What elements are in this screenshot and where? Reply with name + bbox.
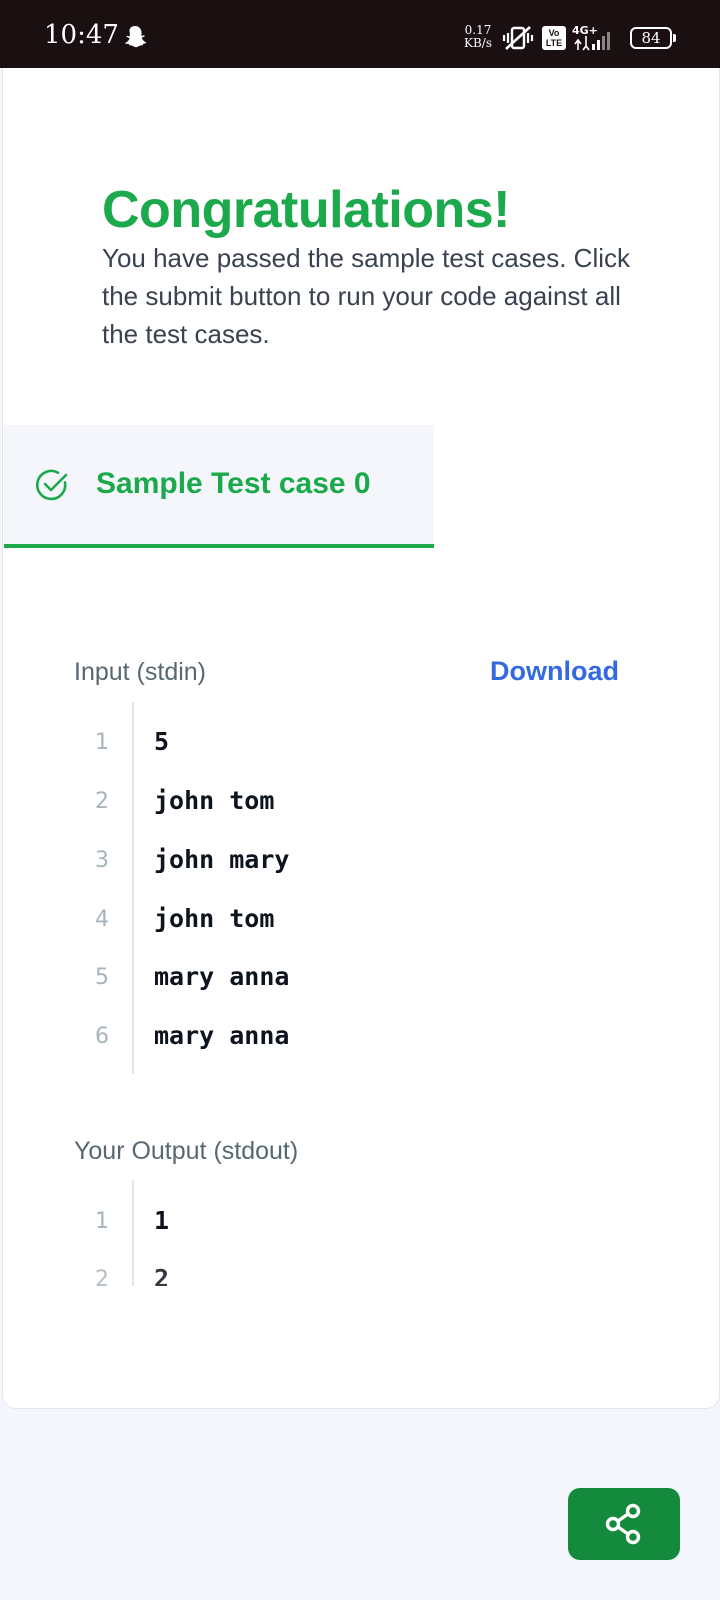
check-circle-icon xyxy=(35,469,68,501)
line-number: 1 xyxy=(95,730,109,755)
line-number: 5 xyxy=(95,965,109,990)
result-title: Congratulations! xyxy=(102,181,510,239)
battery-indicator: 84 xyxy=(630,27,676,49)
download-link[interactable]: Download xyxy=(490,656,619,687)
share-icon xyxy=(605,1503,641,1545)
line-number: 2 xyxy=(95,1267,109,1286)
input-code-divider xyxy=(132,702,134,1074)
net-speed-unit: KB/s xyxy=(464,36,492,50)
share-button[interactable] xyxy=(568,1488,680,1560)
input-line: 5 xyxy=(154,727,170,756)
input-line: mary anna xyxy=(154,962,290,991)
input-line: john mary xyxy=(154,845,290,874)
line-number: 1 xyxy=(95,1209,109,1234)
line-number: 3 xyxy=(95,848,109,873)
status-time: 10:47 xyxy=(44,20,119,50)
signal-strength-icon xyxy=(574,32,610,51)
tab-label: Sample Test case 0 xyxy=(96,467,371,500)
network-speed: 0.17 KB/s xyxy=(460,24,496,50)
snapchat-ghost-icon xyxy=(125,26,147,48)
line-number: 4 xyxy=(95,907,109,932)
line-number: 2 xyxy=(95,789,109,814)
output-line: 2 xyxy=(154,1264,170,1286)
status-bar: 10:47 0.17 KB/s Vo LTE 4G+ 84 xyxy=(0,0,720,68)
input-label: Input (stdin) xyxy=(74,658,207,686)
output-label: Your Output (stdout) xyxy=(74,1137,299,1165)
tab-sample-test-case-0[interactable]: Sample Test case 0 xyxy=(4,425,434,548)
line-number: 6 xyxy=(95,1024,109,1049)
vibrate-off-icon xyxy=(502,26,534,50)
volte-icon: Vo LTE xyxy=(542,26,566,50)
output-scroll-clip: 2 2 xyxy=(0,1258,720,1286)
input-line: john tom xyxy=(154,786,275,815)
input-line: john tom xyxy=(154,904,275,933)
result-message: You have passed the sample test cases. C… xyxy=(102,243,630,349)
input-line: mary anna xyxy=(154,1021,290,1050)
output-line: 1 xyxy=(154,1206,170,1235)
